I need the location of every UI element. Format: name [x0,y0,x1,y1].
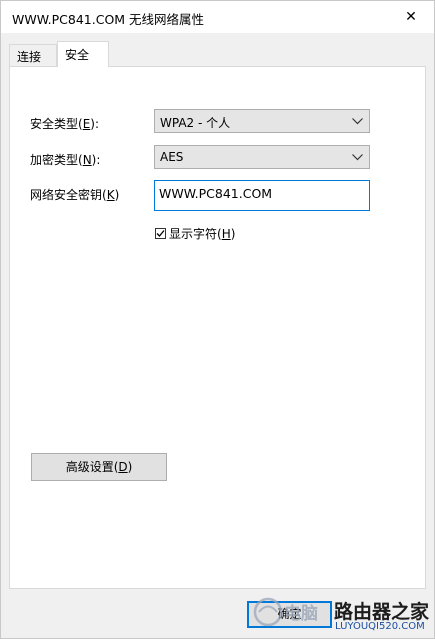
network-key-label: 网络安全密钥(K) [30,188,120,202]
close-button[interactable]: ✕ [388,1,434,33]
watermark-brand: 路由器之家 [334,601,430,623]
encryption-type-label: 加密类型(N): [30,153,101,167]
show-characters-checkbox[interactable]: 显示字符(H) [155,225,235,242]
watermark-url: LUYOUQI520.COM [335,621,425,632]
security-type-label: 安全类型(E): [30,117,100,131]
security-panel: 安全类型(E): WPA2 - 个人 加密类型(N): AES 网络安全密钥(K… [9,66,426,589]
title-bar: WWW.PC841.COM 无线网络属性 ✕ [1,1,434,33]
window-title: WWW.PC841.COM 无线网络属性 [12,12,205,27]
advanced-settings-button[interactable]: 高级设置(D) [31,453,167,481]
checkmark-icon [156,230,165,237]
encryption-type-select[interactable]: AES [154,145,370,169]
chevron-down-icon [352,118,363,125]
tab-connection-label: 连接 [17,50,42,64]
close-icon: ✕ [405,9,417,25]
tab-security-label: 安全 [65,48,90,62]
checkbox-box[interactable] [155,228,166,239]
ok-button[interactable]: 确定 [247,601,332,628]
tab-connection[interactable]: 连接 [9,44,57,66]
chevron-down-icon [352,154,363,161]
ok-button-label: 确定 [277,607,302,621]
security-type-select[interactable]: WPA2 - 个人 [154,109,370,133]
security-type-value: WPA2 - 个人 [160,116,231,130]
network-key-input[interactable]: WWW.PC841.COM [154,180,370,211]
tab-security[interactable]: 安全 [57,41,109,67]
encryption-type-value: AES [160,150,184,164]
wireless-properties-window: WWW.PC841.COM 无线网络属性 ✕ 连接 安全 安全类型(E): WP… [0,0,435,639]
show-characters-label: 显示字符(H) [169,227,236,241]
